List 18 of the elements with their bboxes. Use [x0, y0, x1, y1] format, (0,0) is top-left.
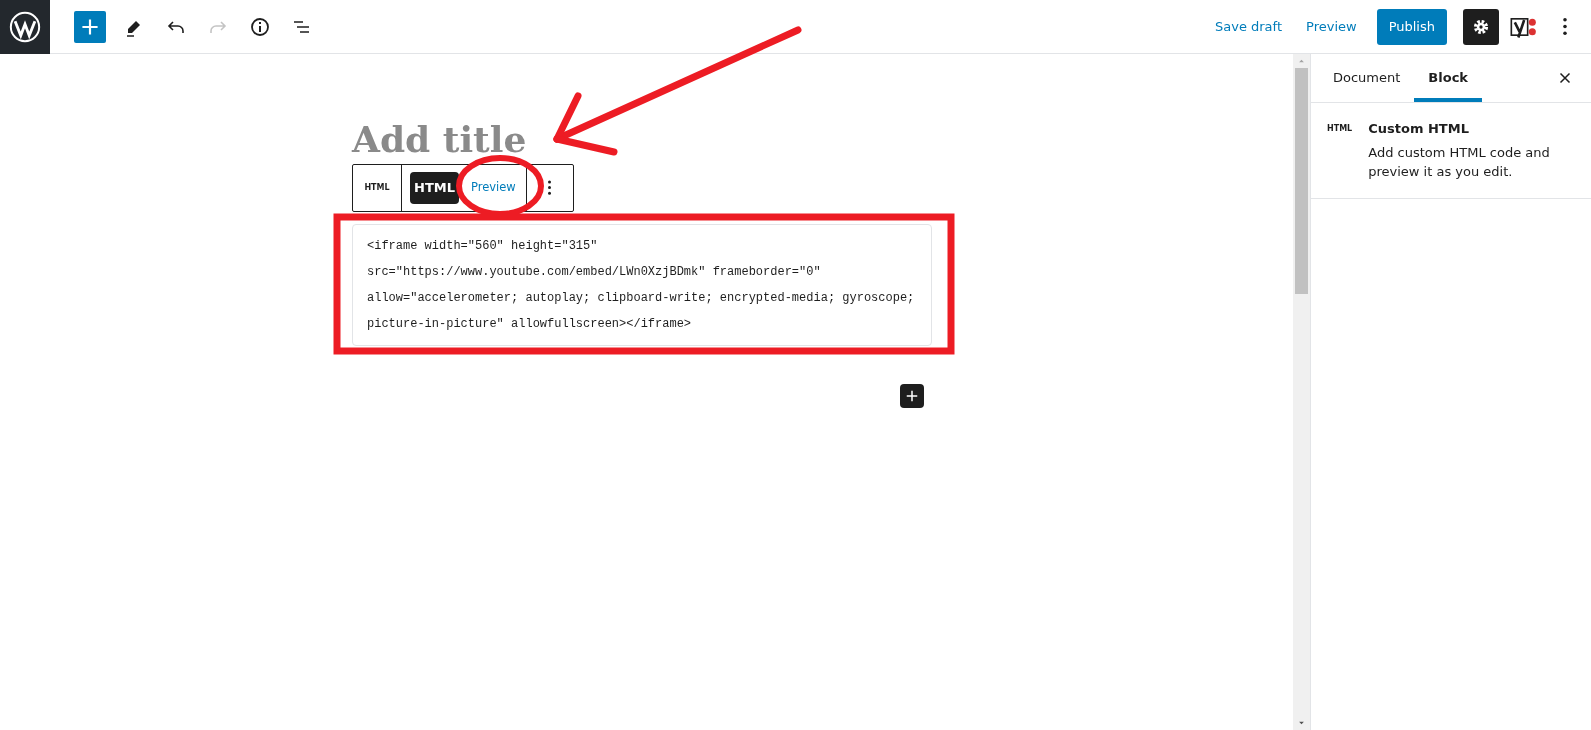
logo-button[interactable]: [0, 0, 50, 54]
block-type-icon[interactable]: HTML: [364, 181, 390, 194]
preview-link[interactable]: Preview: [1294, 10, 1369, 43]
kebab-icon: [1563, 18, 1567, 35]
kebab-icon: [548, 180, 552, 196]
save-draft-link[interactable]: Save draft: [1203, 10, 1295, 43]
block-type-icon: HTML: [1327, 119, 1353, 182]
block-description: Add custom HTML code and preview it as you edit.: [1368, 143, 1551, 181]
sidebar-tab[interactable]: Document: [1319, 54, 1415, 102]
mode-tab[interactable]: HTML: [410, 171, 459, 204]
add-block-button[interactable]: [900, 383, 924, 408]
block-title: Custom HTML: [1368, 120, 1470, 138]
publish-button[interactable]: Publish: [1376, 8, 1447, 45]
sidebar-tab[interactable]: Block: [1414, 54, 1482, 102]
mode-tab[interactable]: Preview: [466, 171, 520, 204]
settings-button[interactable]: [1463, 8, 1499, 45]
code-field[interactable]: <iframe width="560" height="315" src="https://www.youtube.com/embed/LWn0XzjBDmk" frameborder="0" allow="accelerometer; autoplay; clipboard-write; encrypted-media; gyroscope; picture-in-picture" allowfullscreen></iframe>: [352, 223, 932, 346]
logo-icon: [8, 9, 42, 44]
